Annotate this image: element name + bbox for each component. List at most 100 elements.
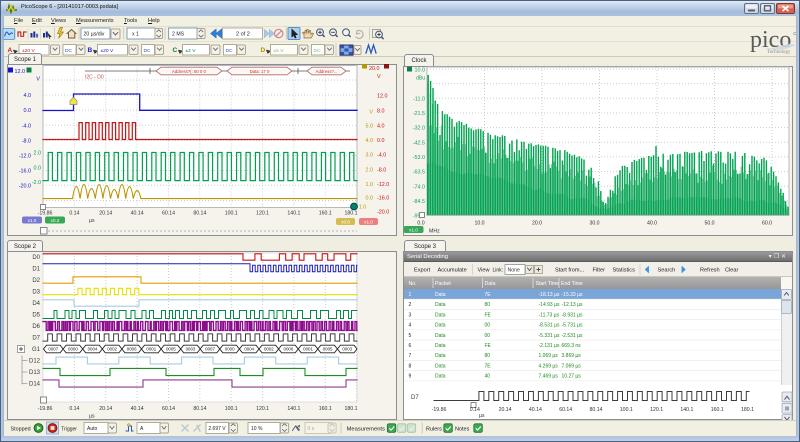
svg-text:50.0: 50.0 [704,221,714,227]
svg-text:2.0: 2.0 [366,167,374,173]
svg-text:-5.331 µs: -5.331 µs [539,333,560,339]
svg-text:C: C [173,47,178,54]
svg-text:7.469 µs: 7.469 µs [539,374,559,380]
svg-text:10.0: 10.0 [415,68,426,74]
svg-text:-21.5: -21.5 [413,111,425,117]
svg-text:Refresh: Refresh [700,268,720,274]
svg-text:x0.8: x0.8 [341,219,350,224]
svg-text:DC: DC [65,48,73,54]
svg-text:1.069 µs: 1.069 µs [539,353,559,359]
svg-text:1.0: 1.0 [359,205,366,211]
svg-text:x1.0: x1.0 [409,227,418,232]
svg-text:D0: D0 [32,255,40,261]
svg-text:-2.131 µs: -2.131 µs [539,343,560,349]
svg-text:-84.5: -84.5 [413,199,425,205]
svg-text:End Time: End Time [561,281,583,287]
svg-text:Start from...: Start from... [555,268,585,274]
svg-text:x0.2: x0.2 [51,218,60,223]
svg-text:120.1: 120.1 [256,211,269,217]
svg-text:Address?...: Address?... [316,69,338,74]
svg-text:0000: 0000 [225,347,235,352]
svg-text:80.14: 80.14 [193,406,206,412]
svg-text:No.: No. [409,281,417,287]
svg-text:Data: Data [435,312,446,318]
svg-text:0005: 0005 [166,347,176,352]
svg-text:0 s: 0 s [308,426,315,432]
svg-text:D7: D7 [32,336,40,342]
svg-text:0007: 0007 [48,347,58,352]
svg-text:0006: 0006 [284,347,294,352]
svg-text:0.0: 0.0 [366,196,374,202]
svg-text:40.0: 40.0 [647,221,657,227]
svg-text:140.1: 140.1 [287,406,300,412]
svg-text:D2: D2 [32,278,40,284]
svg-text:-12.13 µs: -12.13 µs [562,302,583,308]
svg-text:12.0: 12.0 [377,93,388,99]
svg-text:00: 00 [485,323,491,329]
svg-text:-42.5: -42.5 [413,140,425,146]
svg-text:-16.0: -16.0 [377,196,389,202]
svg-text:None: None [508,268,521,274]
svg-text:D3: D3 [32,290,40,296]
svg-text:100.1: 100.1 [225,211,238,217]
svg-text:-15.33 µs: -15.33 µs [562,292,583,298]
svg-text:40: 40 [485,374,491,380]
svg-text:120.1: 120.1 [650,407,663,413]
svg-text:Notes: Notes [455,427,470,433]
svg-text:60.14: 60.14 [559,407,572,413]
svg-text:20.0: 20.0 [369,66,380,72]
svg-text:3.869 µs: 3.869 µs [562,353,582,359]
svg-text:60.14: 60.14 [162,406,175,412]
svg-text:Data: Data [435,343,446,349]
svg-text:0.0: 0.0 [417,221,424,227]
svg-text:FE: FE [485,343,492,349]
svg-text:V: V [369,110,373,116]
svg-text:80.14: 80.14 [590,407,603,413]
svg-text:dBu: dBu [416,76,425,82]
svg-text:8.0: 8.0 [377,109,385,115]
svg-text:7.069 µs: 7.069 µs [562,363,582,369]
svg-text:10 %: 10 % [251,426,263,432]
svg-text:x1.0: x1.0 [28,218,37,223]
svg-text:D12: D12 [29,359,41,365]
svg-text:7E: 7E [485,292,492,298]
svg-text:-19.86: -19.86 [38,406,53,412]
svg-text:120.1: 120.1 [256,406,269,412]
svg-text:0003: 0003 [342,347,352,352]
svg-text:0007: 0007 [205,347,215,352]
svg-text:40.14: 40.14 [131,406,144,412]
svg-text:Data: Data [435,363,446,369]
svg-text:D4: D4 [32,301,40,307]
svg-text:180.1: 180.1 [741,407,754,413]
svg-text:Link:: Link: [493,268,504,274]
svg-text:669.3 ns: 669.3 ns [562,343,582,349]
svg-text:100.1: 100.1 [225,406,238,412]
svg-text:-20.0: -20.0 [19,183,31,189]
svg-text:0001: 0001 [146,347,156,352]
svg-text:12.0: 12.0 [15,69,26,75]
svg-text:µs: µs [89,414,95,420]
svg-text:G1: G1 [32,347,41,353]
svg-text:2 of 2: 2 of 2 [236,32,250,38]
svg-text:0.0: 0.0 [34,166,42,172]
svg-text:0004: 0004 [244,347,254,352]
svg-text:Data: Data [435,323,446,329]
svg-text:-4.0: -4.0 [377,153,386,159]
svg-text:4.269 µs: 4.269 µs [539,363,559,369]
svg-text:0.14: 0.14 [69,211,79,217]
svg-text:4.0: 4.0 [24,93,32,99]
svg-text:3.0: 3.0 [366,153,374,159]
svg-text:00: 00 [485,333,491,339]
svg-text:80.14: 80.14 [193,211,206,217]
svg-text:160.1: 160.1 [711,407,724,413]
svg-text:V: V [377,74,381,80]
svg-text:0.0: 0.0 [377,138,385,144]
svg-text:4: 4 [409,323,412,329]
svg-text:MHz: MHz [429,229,440,235]
svg-text:0000: 0000 [68,347,78,352]
svg-text:Measurements: Measurements [347,427,385,433]
svg-text:-32.0: -32.0 [413,126,425,132]
svg-text:0.14: 0.14 [69,406,79,412]
svg-text:µs: µs [89,218,95,224]
svg-text:160.1: 160.1 [319,406,332,412]
